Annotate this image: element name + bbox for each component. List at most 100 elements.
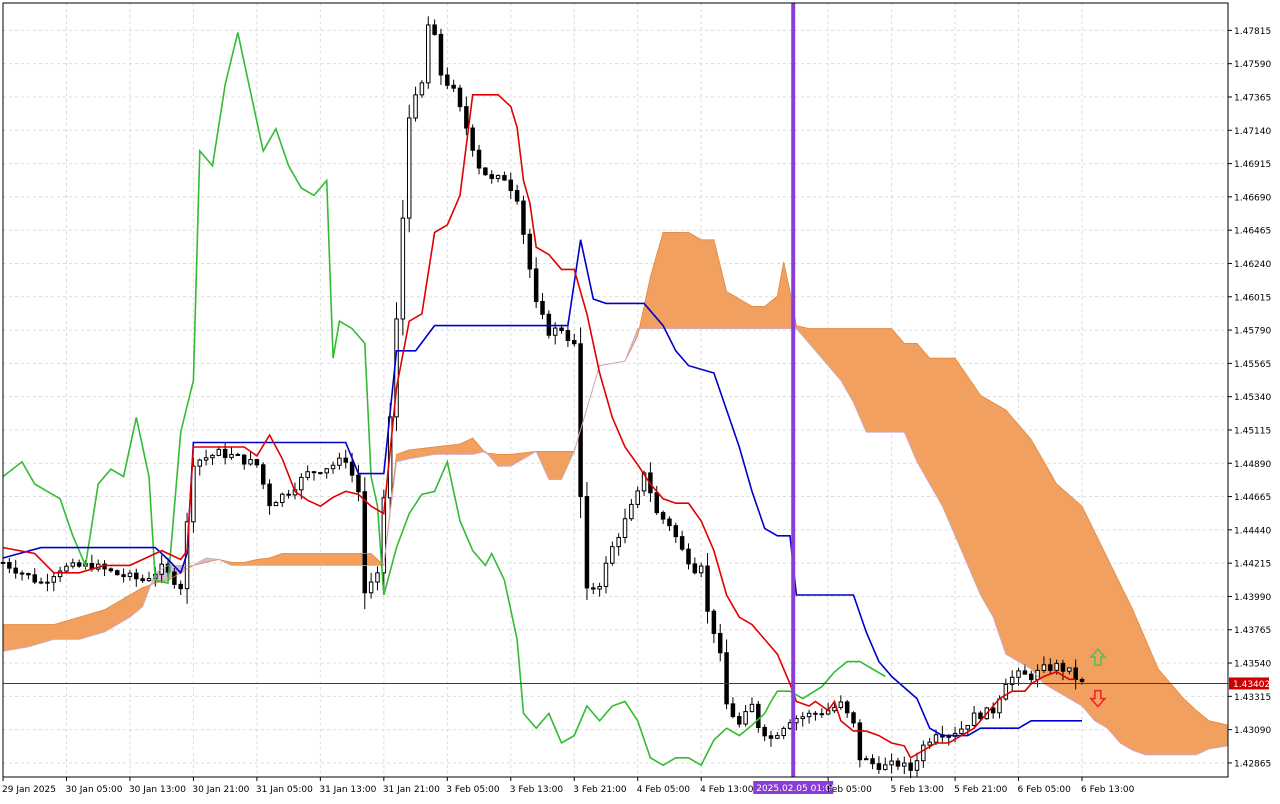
candle-body [565, 330, 571, 341]
cloud-segment [1145, 639, 1149, 756]
candle-body [508, 179, 514, 192]
cloud-segment [738, 298, 743, 329]
cloud-segment [754, 306, 759, 329]
cloud-segment [1122, 590, 1127, 748]
cloud-segment [1037, 449, 1042, 681]
cloud-segment [821, 328, 826, 363]
candle-body [235, 453, 241, 456]
candle-body [571, 339, 577, 345]
cloud-segment [1218, 722, 1222, 748]
cloud-segment [856, 328, 861, 418]
cloud-segment [678, 232, 683, 329]
cloud-segment [916, 342, 921, 469]
cloud-segment [1170, 682, 1175, 756]
candle-body [540, 300, 545, 315]
cloud-segment [345, 553, 350, 566]
candle-body [743, 711, 748, 725]
cloud-segment [1202, 714, 1207, 753]
candle-body [273, 501, 279, 507]
cloud-segment [447, 444, 451, 455]
cloud-segment [751, 306, 756, 329]
x-tick-label: 6 Feb 13:00 [1081, 785, 1135, 795]
candle-body [546, 313, 552, 336]
candle-body [902, 762, 907, 767]
y-tick-label: 1.43990 [1234, 593, 1271, 603]
cloud-segment [704, 239, 708, 329]
cloud-segment [1021, 427, 1026, 666]
cloud-segment [942, 357, 946, 514]
cloud-segment [1186, 700, 1191, 756]
cloud-segment [34, 624, 39, 646]
cloud-segment [304, 553, 308, 566]
candle-body [19, 572, 25, 575]
cloud-segment [1154, 661, 1159, 756]
cloud-segment [259, 558, 264, 566]
cloud-segment [1078, 502, 1083, 707]
candle-body [883, 764, 888, 770]
cloud-segment [12, 624, 16, 650]
cloud-segment [869, 328, 873, 433]
cloud-segment [818, 328, 823, 359]
cloud-segment [824, 328, 829, 367]
cloud-segment [31, 624, 36, 647]
chart[interactable]: 1.43402 2025.02.05 01:00 1.42865 1.43090 1.… [0, 0, 1280, 800]
cloud-segment [834, 328, 838, 378]
candle-body [70, 562, 76, 567]
cloud-segment [748, 304, 753, 329]
cloud-segment [66, 619, 70, 640]
cloud-segment [548, 451, 553, 480]
cloud-segment [28, 624, 32, 648]
cloud-segment [846, 328, 851, 399]
cloud-segment [891, 327, 896, 433]
cloud-segment [840, 328, 845, 388]
cloud-segment [707, 239, 712, 329]
y-tick-label: 1.43315 [1234, 693, 1271, 703]
candle-body [673, 525, 679, 538]
candle-body [838, 701, 844, 708]
cloud-segment [459, 442, 464, 455]
cloud-segment [1024, 431, 1029, 668]
candle-body [432, 24, 437, 35]
cloud-segment [1195, 709, 1200, 756]
y-tick-label: 1.46240 [1234, 260, 1271, 270]
candle-body [514, 190, 520, 202]
cloud-segment [758, 306, 762, 329]
cloud-segment [40, 624, 45, 644]
candle-body [806, 712, 812, 718]
candle-body [406, 117, 412, 219]
candle-body [635, 490, 640, 505]
candle-body [768, 735, 774, 739]
cloud-segment [919, 346, 924, 475]
candle-body [559, 327, 564, 332]
cloud-segment [1192, 706, 1197, 756]
y-tick-label: 1.45340 [1234, 393, 1271, 403]
x-tick-label: 30 Jan 21:00 [192, 785, 249, 795]
cloud-segment [469, 437, 473, 455]
cloud-segment [745, 302, 750, 329]
candle-body [127, 572, 133, 578]
cloud-segment [973, 384, 978, 588]
candle-body [26, 573, 31, 576]
candle-body [1079, 678, 1085, 682]
candle-body [679, 536, 685, 550]
candle-body [172, 571, 177, 585]
cloud-segment [1088, 518, 1092, 718]
cloud-segment [865, 328, 870, 433]
cloud-segment [815, 328, 819, 356]
cloud-segment [957, 361, 962, 551]
candle-body [375, 572, 380, 583]
candle-body [203, 457, 209, 461]
cloud-segment [24, 624, 29, 648]
candle-body [400, 217, 406, 320]
candle-body [330, 464, 336, 470]
chart-svg[interactable]: 1.43402 2025.02.05 01:00 1.42865 1.43090 1.… [0, 0, 1280, 800]
candle-body [660, 512, 666, 520]
candle-body [870, 758, 875, 765]
cloud-segment [275, 554, 280, 566]
cloud-segment [132, 590, 137, 616]
cloud-segment [853, 328, 857, 411]
cloud-segment [1053, 477, 1057, 692]
cloud-segment [126, 594, 131, 620]
candle-body [464, 106, 469, 129]
cloud-segment [307, 553, 312, 566]
